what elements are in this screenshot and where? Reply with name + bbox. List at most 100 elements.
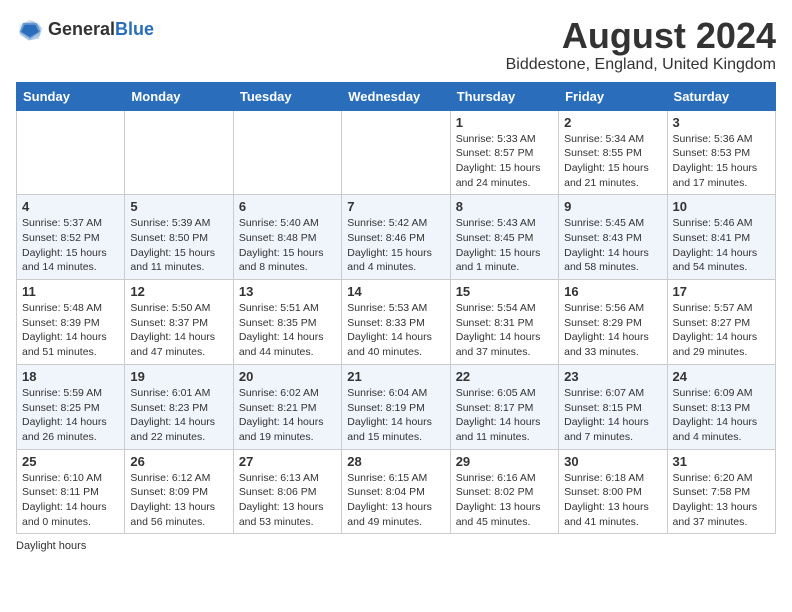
day-number: 1: [456, 115, 553, 130]
day-cell: 8 Sunrise: 5:43 AM Sunset: 8:45 PM Daylig…: [450, 195, 558, 280]
day-cell: [342, 110, 450, 195]
page-container: GeneralBlue August 2024 Biddestone, Engl…: [16, 16, 776, 552]
day-info: Sunrise: 5:50 AM Sunset: 8:37 PM Dayligh…: [130, 301, 227, 360]
day-cell: 22Sunrise: 6:05 AM Sunset: 8:17 PM Dayli…: [450, 364, 558, 449]
day-cell: 18 Sunrise: 5:59 AM Sunset: 8:25 PM Dayli…: [17, 364, 125, 449]
calendar-subtitle: Biddestone, England, United Kingdom: [506, 56, 776, 74]
day-info: Sunrise: 5:45 AM Sunset: 8:43 PM Dayligh…: [564, 216, 661, 275]
day-number: 14: [347, 284, 444, 299]
week-row-3: 11 Sunrise: 5:48 AM Sunset: 8:39 PM Dayli…: [17, 280, 776, 365]
day-info: Sunrise: 5:56 AM Sunset: 8:29 PM Dayligh…: [564, 301, 661, 360]
day-info: Sunrise: 6:05 AM Sunset: 8:17 PM Dayligh…: [456, 386, 553, 445]
day-number: 3: [673, 115, 770, 130]
footer-note: Daylight hours: [16, 540, 776, 552]
day-info: Sunrise: 6:07 AM Sunset: 8:15 PM Dayligh…: [564, 386, 661, 445]
day-cell: 31 Sunrise: 6:20 AM Sunset: 7:58 PM Dayli…: [667, 449, 775, 534]
day-number: 18: [22, 369, 119, 384]
day-cell: 2Sunrise: 5:34 AM Sunset: 8:55 PM Daylig…: [559, 110, 667, 195]
day-info: Sunrise: 5:36 AM Sunset: 8:53 PM Dayligh…: [673, 132, 770, 191]
day-info: Sunrise: 6:15 AM Sunset: 8:04 PM Dayligh…: [347, 471, 444, 530]
day-info: Sunrise: 6:09 AM Sunset: 8:13 PM Dayligh…: [673, 386, 770, 445]
day-cell: 20 Sunrise: 6:02 AM Sunset: 8:21 PM Dayli…: [233, 364, 341, 449]
week-row-5: 25Sunrise: 6:10 AM Sunset: 8:11 PM Dayli…: [17, 449, 776, 534]
day-number: 13: [239, 284, 336, 299]
day-number: 17: [673, 284, 770, 299]
day-cell: 21 Sunrise: 6:04 AM Sunset: 8:19 PM Dayli…: [342, 364, 450, 449]
title-section: August 2024 Biddestone, England, United …: [506, 16, 776, 74]
day-number: 2: [564, 115, 661, 130]
day-number: 23: [564, 369, 661, 384]
logo-text: GeneralBlue: [48, 20, 154, 40]
logo-icon: [16, 16, 44, 44]
day-cell: 10 Sunrise: 5:46 AM Sunset: 8:41 PM Dayli…: [667, 195, 775, 280]
day-cell: 17Sunrise: 5:57 AM Sunset: 8:27 PM Dayli…: [667, 280, 775, 365]
day-cell: 25Sunrise: 6:10 AM Sunset: 8:11 PM Dayli…: [17, 449, 125, 534]
day-info: Sunrise: 6:12 AM Sunset: 8:09 PM Dayligh…: [130, 471, 227, 530]
header: GeneralBlue August 2024 Biddestone, Engl…: [16, 16, 776, 74]
day-number: 10: [673, 199, 770, 214]
day-cell: 29Sunrise: 6:16 AM Sunset: 8:02 PM Dayli…: [450, 449, 558, 534]
calendar-table: SundayMondayTuesdayWednesdayThursdayFrid…: [16, 82, 776, 535]
day-info: Sunrise: 6:18 AM Sunset: 8:00 PM Dayligh…: [564, 471, 661, 530]
weekday-header-monday: Monday: [125, 82, 233, 110]
calendar-title: August 2024: [506, 16, 776, 56]
day-cell: 15Sunrise: 5:54 AM Sunset: 8:31 PM Dayli…: [450, 280, 558, 365]
day-cell: 6 Sunrise: 5:40 AM Sunset: 8:48 PM Daylig…: [233, 195, 341, 280]
day-cell: 16 Sunrise: 5:56 AM Sunset: 8:29 PM Dayli…: [559, 280, 667, 365]
logo-blue: Blue: [115, 19, 154, 39]
weekday-header-sunday: Sunday: [17, 82, 125, 110]
day-cell: 5Sunrise: 5:39 AM Sunset: 8:50 PM Daylig…: [125, 195, 233, 280]
day-number: 30: [564, 454, 661, 469]
day-number: 8: [456, 199, 553, 214]
day-info: Sunrise: 5:46 AM Sunset: 8:41 PM Dayligh…: [673, 216, 770, 275]
day-info: Sunrise: 5:43 AM Sunset: 8:45 PM Dayligh…: [456, 216, 553, 275]
weekday-header-tuesday: Tuesday: [233, 82, 341, 110]
day-info: Sunrise: 5:53 AM Sunset: 8:33 PM Dayligh…: [347, 301, 444, 360]
day-info: Sunrise: 6:04 AM Sunset: 8:19 PM Dayligh…: [347, 386, 444, 445]
weekday-header-thursday: Thursday: [450, 82, 558, 110]
day-cell: [125, 110, 233, 195]
day-number: 5: [130, 199, 227, 214]
day-number: 7: [347, 199, 444, 214]
day-cell: 7 Sunrise: 5:42 AM Sunset: 8:46 PM Daylig…: [342, 195, 450, 280]
day-cell: 24 Sunrise: 6:09 AM Sunset: 8:13 PM Dayli…: [667, 364, 775, 449]
day-number: 15: [456, 284, 553, 299]
day-number: 21: [347, 369, 444, 384]
day-number: 11: [22, 284, 119, 299]
day-number: 19: [130, 369, 227, 384]
day-cell: [233, 110, 341, 195]
day-number: 27: [239, 454, 336, 469]
day-number: 24: [673, 369, 770, 384]
day-info: Sunrise: 6:16 AM Sunset: 8:02 PM Dayligh…: [456, 471, 553, 530]
week-row-1: 1 Sunrise: 5:33 AM Sunset: 8:57 PM Daylig…: [17, 110, 776, 195]
day-info: Sunrise: 5:51 AM Sunset: 8:35 PM Dayligh…: [239, 301, 336, 360]
day-cell: 23 Sunrise: 6:07 AM Sunset: 8:15 PM Dayli…: [559, 364, 667, 449]
day-number: 31: [673, 454, 770, 469]
day-info: Sunrise: 6:13 AM Sunset: 8:06 PM Dayligh…: [239, 471, 336, 530]
day-cell: 27 Sunrise: 6:13 AM Sunset: 8:06 PM Dayli…: [233, 449, 341, 534]
day-number: 12: [130, 284, 227, 299]
day-cell: 13 Sunrise: 5:51 AM Sunset: 8:35 PM Dayli…: [233, 280, 341, 365]
day-cell: [17, 110, 125, 195]
day-cell: 11 Sunrise: 5:48 AM Sunset: 8:39 PM Dayli…: [17, 280, 125, 365]
day-cell: 9Sunrise: 5:45 AM Sunset: 8:43 PM Daylig…: [559, 195, 667, 280]
logo-general: General: [48, 19, 115, 39]
logo: GeneralBlue: [16, 16, 154, 44]
day-cell: 12 Sunrise: 5:50 AM Sunset: 8:37 PM Dayli…: [125, 280, 233, 365]
day-info: Sunrise: 5:48 AM Sunset: 8:39 PM Dayligh…: [22, 301, 119, 360]
day-info: Sunrise: 5:40 AM Sunset: 8:48 PM Dayligh…: [239, 216, 336, 275]
day-cell: 14 Sunrise: 5:53 AM Sunset: 8:33 PM Dayli…: [342, 280, 450, 365]
day-number: 28: [347, 454, 444, 469]
day-info: Sunrise: 5:33 AM Sunset: 8:57 PM Dayligh…: [456, 132, 553, 191]
day-cell: 28 Sunrise: 6:15 AM Sunset: 8:04 PM Dayli…: [342, 449, 450, 534]
day-number: 6: [239, 199, 336, 214]
day-info: Sunrise: 6:02 AM Sunset: 8:21 PM Dayligh…: [239, 386, 336, 445]
day-info: Sunrise: 6:20 AM Sunset: 7:58 PM Dayligh…: [673, 471, 770, 530]
day-info: Sunrise: 5:59 AM Sunset: 8:25 PM Dayligh…: [22, 386, 119, 445]
week-row-4: 18 Sunrise: 5:59 AM Sunset: 8:25 PM Dayli…: [17, 364, 776, 449]
day-number: 4: [22, 199, 119, 214]
day-info: Sunrise: 5:37 AM Sunset: 8:52 PM Dayligh…: [22, 216, 119, 275]
day-number: 20: [239, 369, 336, 384]
day-info: Sunrise: 5:42 AM Sunset: 8:46 PM Dayligh…: [347, 216, 444, 275]
day-number: 16: [564, 284, 661, 299]
